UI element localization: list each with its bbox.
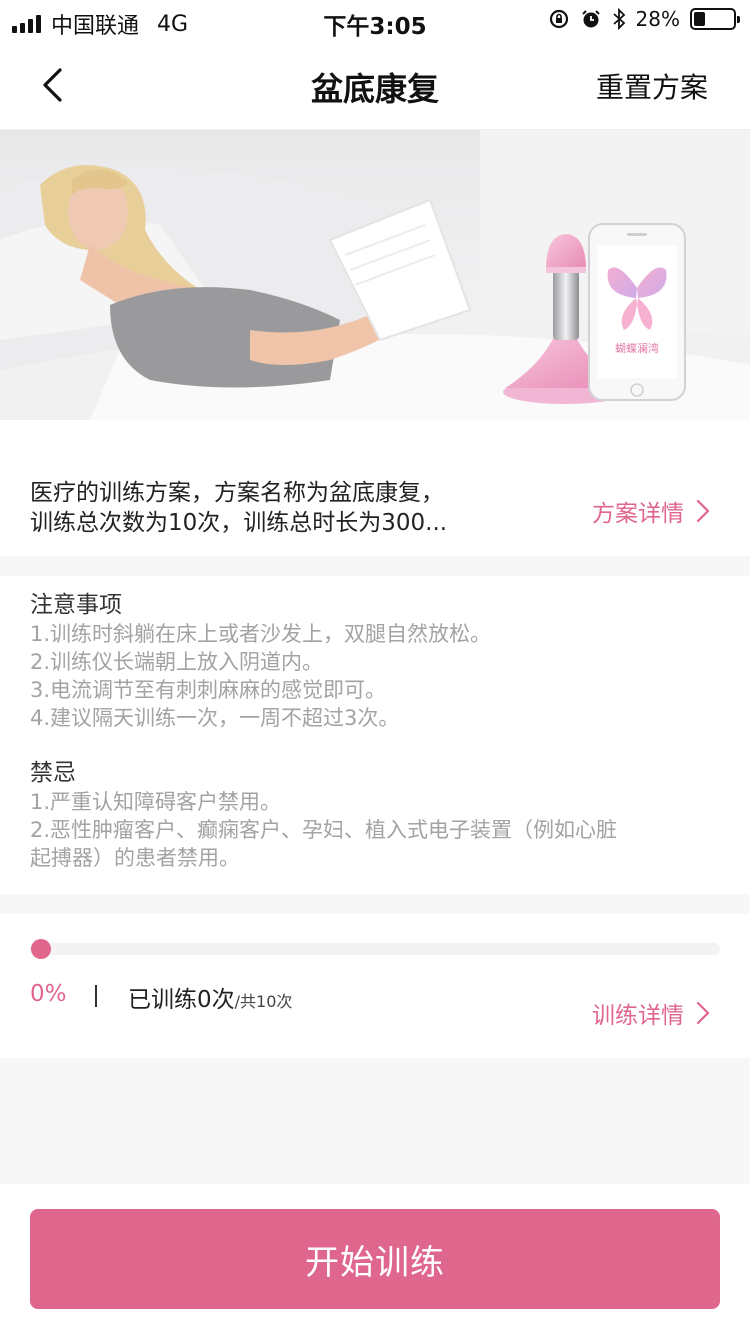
bottom-bar: 开始训练: [0, 1184, 750, 1334]
contraindications-item: 2.恶性肿瘤客户、癫痫客户、孕妇、植入式电子装置（例如心脏: [30, 818, 618, 842]
divider: [95, 985, 97, 1007]
battery-fill: [694, 12, 705, 26]
reset-plan-button[interactable]: 重置方案: [596, 66, 708, 106]
device-logo-text: 蝴蝶澜湾: [615, 341, 659, 355]
notes-item: 4.建议隔天训练一次，一周不超过3次。: [30, 706, 400, 730]
notes-item: 1.训练时斜躺在床上或者沙发上，双腿自然放松。: [30, 622, 492, 646]
notes-card: 注意事项 1.训练时斜躺在床上或者沙发上，双腿自然放松。 2.训练仪长端朝上放入…: [0, 576, 750, 894]
contraindications-title: 禁忌: [30, 760, 76, 786]
notes-title: 注意事项: [30, 592, 122, 618]
rotation-lock-icon: [549, 9, 568, 29]
progress-percent: 0%: [30, 981, 67, 1007]
training-count: 已训练0次/共10次: [128, 980, 292, 1014]
contraindications-item: 起搏器）的患者禁用。: [30, 846, 240, 870]
total-count-label: /共10次: [234, 992, 293, 1011]
nav-bar: 盆底康复 重置方案: [0, 40, 750, 130]
battery-percent: 28%: [635, 7, 680, 31]
chevron-right-icon: [696, 1001, 710, 1025]
plan-detail-link[interactable]: 方案详情: [592, 494, 710, 528]
trained-count-label: 已训练0次: [128, 987, 235, 1013]
progress-knob: [31, 939, 51, 959]
start-training-button[interactable]: 开始训练: [30, 1209, 720, 1309]
contraindications-list: 1.严重认知障碍客户禁用。 2.恶性肿瘤客户、癫痫客户、孕妇、植入式电子装置（例…: [30, 788, 720, 872]
status-right: 28%: [548, 7, 740, 31]
plan-detail-label: 方案详情: [592, 501, 684, 527]
bluetooth-icon: [612, 8, 625, 30]
notes-list: 1.训练时斜躺在床上或者沙发上，双腿自然放松。 2.训练仪长端朝上放入阴道内。 …: [30, 620, 720, 732]
progress-track: [30, 943, 720, 955]
progress-card: 0% 已训练0次/共10次 训练详情: [0, 914, 750, 1058]
banner-image: 蝴蝶澜湾: [0, 130, 750, 420]
plan-description-line-1: 医疗的训练方案，方案名称为盆底康复，: [30, 480, 444, 506]
chevron-right-icon: [696, 499, 710, 523]
battery-icon: [690, 8, 740, 30]
plan-description: 医疗的训练方案，方案名称为盆底康复， 训练总次数为10次，训练总时长为300..…: [30, 478, 490, 538]
banner-illustration: 蝴蝶澜湾: [0, 130, 750, 420]
notes-item: 2.训练仪长端朝上放入阴道内。: [30, 650, 324, 674]
status-bar: 中国联通 4G 下午3:05 28%: [0, 0, 750, 40]
plan-description-line-2: 训练总次数为10次，训练总时长为300...: [30, 510, 448, 536]
alarm-icon: [581, 10, 600, 28]
plan-summary-card: 医疗的训练方案，方案名称为盆底康复， 训练总次数为10次，训练总时长为300..…: [0, 420, 750, 556]
contraindications-item: 1.严重认知障碍客户禁用。: [30, 790, 282, 814]
training-detail-label: 训练详情: [592, 1003, 684, 1029]
training-detail-link[interactable]: 训练详情: [592, 996, 710, 1030]
notes-item: 3.电流调节至有刺刺麻麻的感觉即可。: [30, 678, 387, 702]
